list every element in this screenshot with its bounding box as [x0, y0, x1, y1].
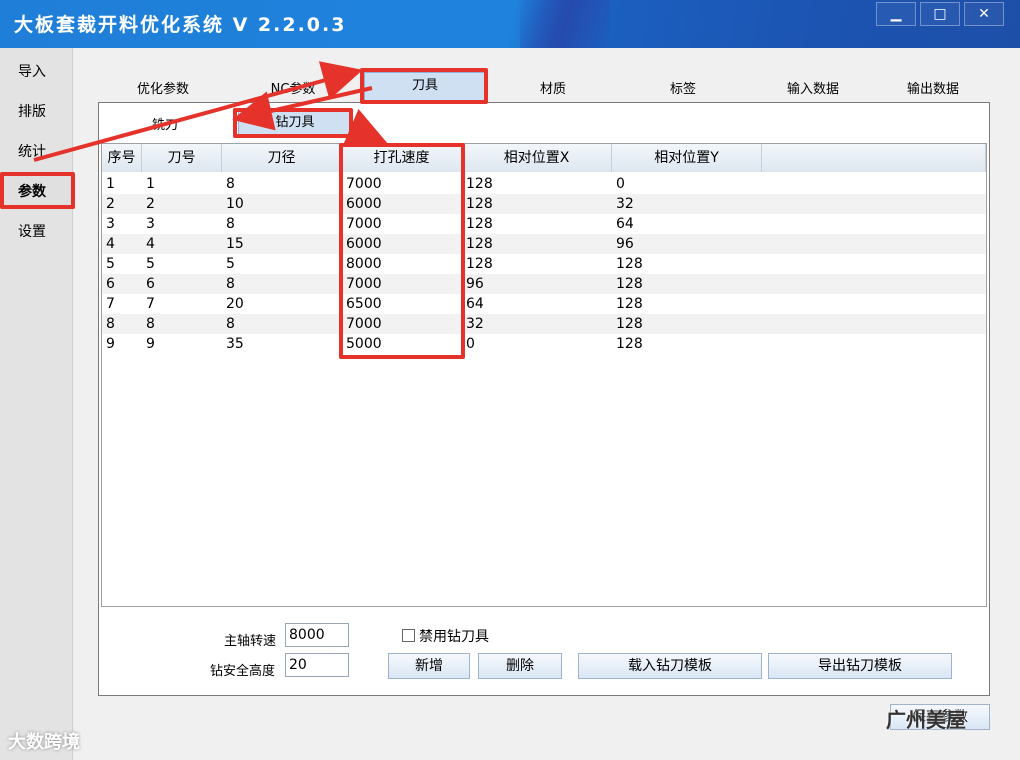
annotation-arrows	[33, 61, 388, 162]
arrow-to-tools-tab	[33, 61, 363, 162]
watermark-right: 广州美屋	[886, 708, 966, 732]
arrow-to-speed-column	[342, 109, 388, 146]
arrow-to-drill-subtab	[232, 86, 373, 131]
watermark-left: 大数跨境	[8, 732, 80, 753]
